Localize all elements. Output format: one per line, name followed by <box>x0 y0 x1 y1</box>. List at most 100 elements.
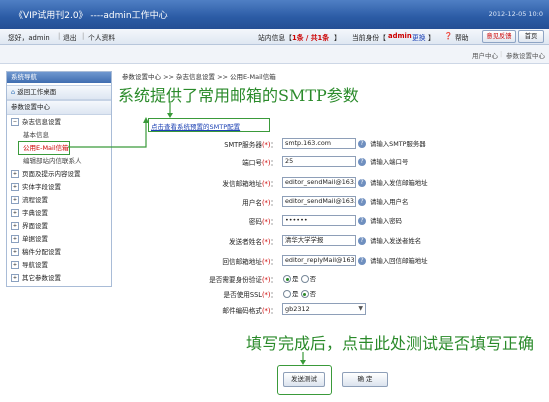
annotation-bottom: 填写完成后，点击此处测试是否填写正确 <box>246 334 535 353</box>
divider: | <box>500 50 503 58</box>
sidebar-title: 系统导航 <box>7 72 111 83</box>
sidebar: 系统导航 ⌂ 返回工作桌面 参数设置中心 − 杂志信息设置 基本信息 公用E-Ma… <box>6 71 112 287</box>
expand-icon[interactable]: + <box>11 235 19 243</box>
reply-email-label: 回信邮箱地址(*)： <box>222 258 277 266</box>
annotation-arrow <box>300 352 306 365</box>
need-auth-no-radio[interactable] <box>300 275 309 283</box>
sidebar-item-station-contact[interactable]: 编辑部站内信联系人 <box>7 155 111 168</box>
site-msg-prefix: 站内信息【 <box>258 34 292 42</box>
sidebar-item-page-prompt[interactable]: + 页面及提示内容设置 <box>7 168 111 181</box>
sender-email-input[interactable]: editor_sendMail@163.c <box>282 177 356 188</box>
sidebar-item-manuscript[interactable]: + 稿件分配设置 <box>7 246 111 259</box>
sidebar-item-label: 单据设置 <box>22 235 48 243</box>
greeting: 您好，admin <box>8 34 50 42</box>
sidebar-item-navigation[interactable]: + 导航设置 <box>7 259 111 272</box>
radio-label: 否 <box>309 275 317 283</box>
reply-email-hint: ? 请输入回信邮箱地址 <box>358 256 428 265</box>
sender-name-input[interactable]: 清华大学学报 <box>282 235 356 246</box>
sidebar-item-label: 杂志信息设置 <box>22 118 61 126</box>
collapse-icon[interactable]: − <box>11 118 19 126</box>
site-msg-count[interactable]: 1条 / 共1条 <box>292 32 329 42</box>
home-icon: ⌂ <box>11 88 16 96</box>
date-display: 2012-12-05 10:0 <box>488 10 543 18</box>
radio-label: 是 <box>292 290 299 298</box>
expand-icon[interactable]: + <box>11 170 19 178</box>
sidebar-item-label: 导航设置 <box>22 261 48 269</box>
username-input[interactable]: editor_sendMail@163.c <box>282 196 356 207</box>
highlight-box <box>18 141 70 155</box>
port-hint: ? 请输入端口号 <box>358 157 408 166</box>
home-button[interactable]: 首页 <box>518 30 544 43</box>
info-icon: ? <box>358 257 366 265</box>
need-auth-label: 是否需要身份验证(*)： <box>209 276 277 284</box>
app-title: 《VIP试用刊2.0》 ----admin工作中心 <box>14 11 168 21</box>
sender-email-hint: ? 请输入发信邮箱地址 <box>358 178 428 187</box>
encoding-select[interactable]: gb2312 ▼ <box>282 303 366 315</box>
annotation-arrow <box>167 101 173 118</box>
need-auth-yes-radio[interactable] <box>283 275 291 283</box>
sender-email-label: 发信邮箱地址(*)： <box>222 180 277 188</box>
sidebar-item-label: 页面及提示内容设置 <box>22 170 81 178</box>
sender-name-hint: ? 请输入发送者姓名 <box>358 236 421 245</box>
site-msg-suffix: 】 <box>334 34 341 42</box>
sidebar-item-label: 返回工作桌面 <box>17 88 57 96</box>
sidebar-item-param-center[interactable]: 参数设置中心 <box>7 100 111 115</box>
sidebar-item-flow[interactable]: + 流程设置 <box>7 194 111 207</box>
password-hint: ? 请输入密码 <box>358 216 402 225</box>
help-link[interactable]: 帮助 <box>455 32 469 42</box>
expand-icon[interactable]: + <box>11 183 19 191</box>
info-icon: ? <box>358 237 366 245</box>
expand-icon[interactable]: + <box>11 222 19 230</box>
feedback-button[interactable]: 意见反馈 <box>482 30 516 43</box>
smtp-server-hint: ? 请输入SMTP服务器 <box>358 139 426 148</box>
sidebar-item-entity-field[interactable]: + 实体字段设置 <box>7 181 111 194</box>
annotation-top: 系统提供了常用邮箱的SMTP参数 <box>118 86 359 105</box>
smtp-server-input[interactable]: smtp.163.com <box>282 138 356 149</box>
sidebar-item-interface[interactable]: + 界面设置 <box>7 220 111 233</box>
chevron-down-icon: ▼ <box>358 305 363 312</box>
expand-icon[interactable]: + <box>11 261 19 269</box>
use-ssl-no-radio[interactable] <box>300 290 309 298</box>
identity-change-link[interactable]: 更换 <box>412 32 426 42</box>
tab-param-center[interactable]: 参数设置中心 <box>506 50 545 60</box>
username-hint: ? 请输入用户名 <box>358 197 408 206</box>
use-ssl-radio-group: 是 否 <box>283 288 316 298</box>
sidebar-item-desktop[interactable]: ⌂ 返回工作桌面 <box>7 85 111 100</box>
info-icon: ? <box>358 179 366 187</box>
info-icon: ? <box>358 140 366 148</box>
sidebar-item-other[interactable]: + 其它参数设置 <box>7 272 111 285</box>
expand-icon[interactable]: + <box>11 209 19 217</box>
port-input[interactable]: 25 <box>282 156 356 167</box>
use-ssl-yes-radio[interactable] <box>283 290 291 298</box>
preset-smtp-link[interactable]: 点击查看系统预置的SMTP配置 <box>151 121 240 131</box>
expand-icon[interactable]: + <box>11 196 19 204</box>
tab-strip: 用户中心 | 参数设置中心 <box>0 45 549 64</box>
divider: | <box>58 32 61 40</box>
logout-link[interactable]: 退出 <box>63 32 77 42</box>
info-icon: ? <box>358 158 366 166</box>
identity-suffix: 】 <box>428 34 435 42</box>
send-test-button[interactable]: 发送测试 <box>283 372 325 387</box>
sidebar-item-label: 实体字段设置 <box>22 183 61 191</box>
expand-icon[interactable]: + <box>11 248 19 256</box>
confirm-button[interactable]: 确 定 <box>342 372 388 387</box>
sidebar-item-document[interactable]: + 单据设置 <box>7 233 111 246</box>
breadcrumb: 参数设置中心 >> 杂志信息设置 >> 公用E-Mail信箱 <box>122 73 276 81</box>
smtp-server-label: SMTP服务器(*)： <box>224 141 277 149</box>
help-icon[interactable]: ❓ <box>444 32 452 40</box>
sidebar-item-label: 字典设置 <box>22 209 48 217</box>
reply-email-input[interactable]: editor_replyMail@163.c <box>282 255 356 266</box>
profile-link[interactable]: 个人资料 <box>88 32 115 42</box>
tab-user-center[interactable]: 用户中心 <box>472 50 498 60</box>
annotation-arrow <box>68 117 149 148</box>
info-icon: ? <box>358 217 366 225</box>
sidebar-item-label: 稿件分配设置 <box>22 248 61 256</box>
expand-icon[interactable]: + <box>11 274 19 282</box>
password-input[interactable]: •••••• <box>282 215 356 226</box>
divider: | <box>82 32 85 40</box>
info-icon: ? <box>358 198 366 206</box>
sidebar-item-label: 界面设置 <box>22 222 48 230</box>
sidebar-item-dictionary[interactable]: + 字典设置 <box>7 207 111 220</box>
radio-label: 是 <box>292 275 299 283</box>
sidebar-item-label: 流程设置 <box>22 196 48 204</box>
